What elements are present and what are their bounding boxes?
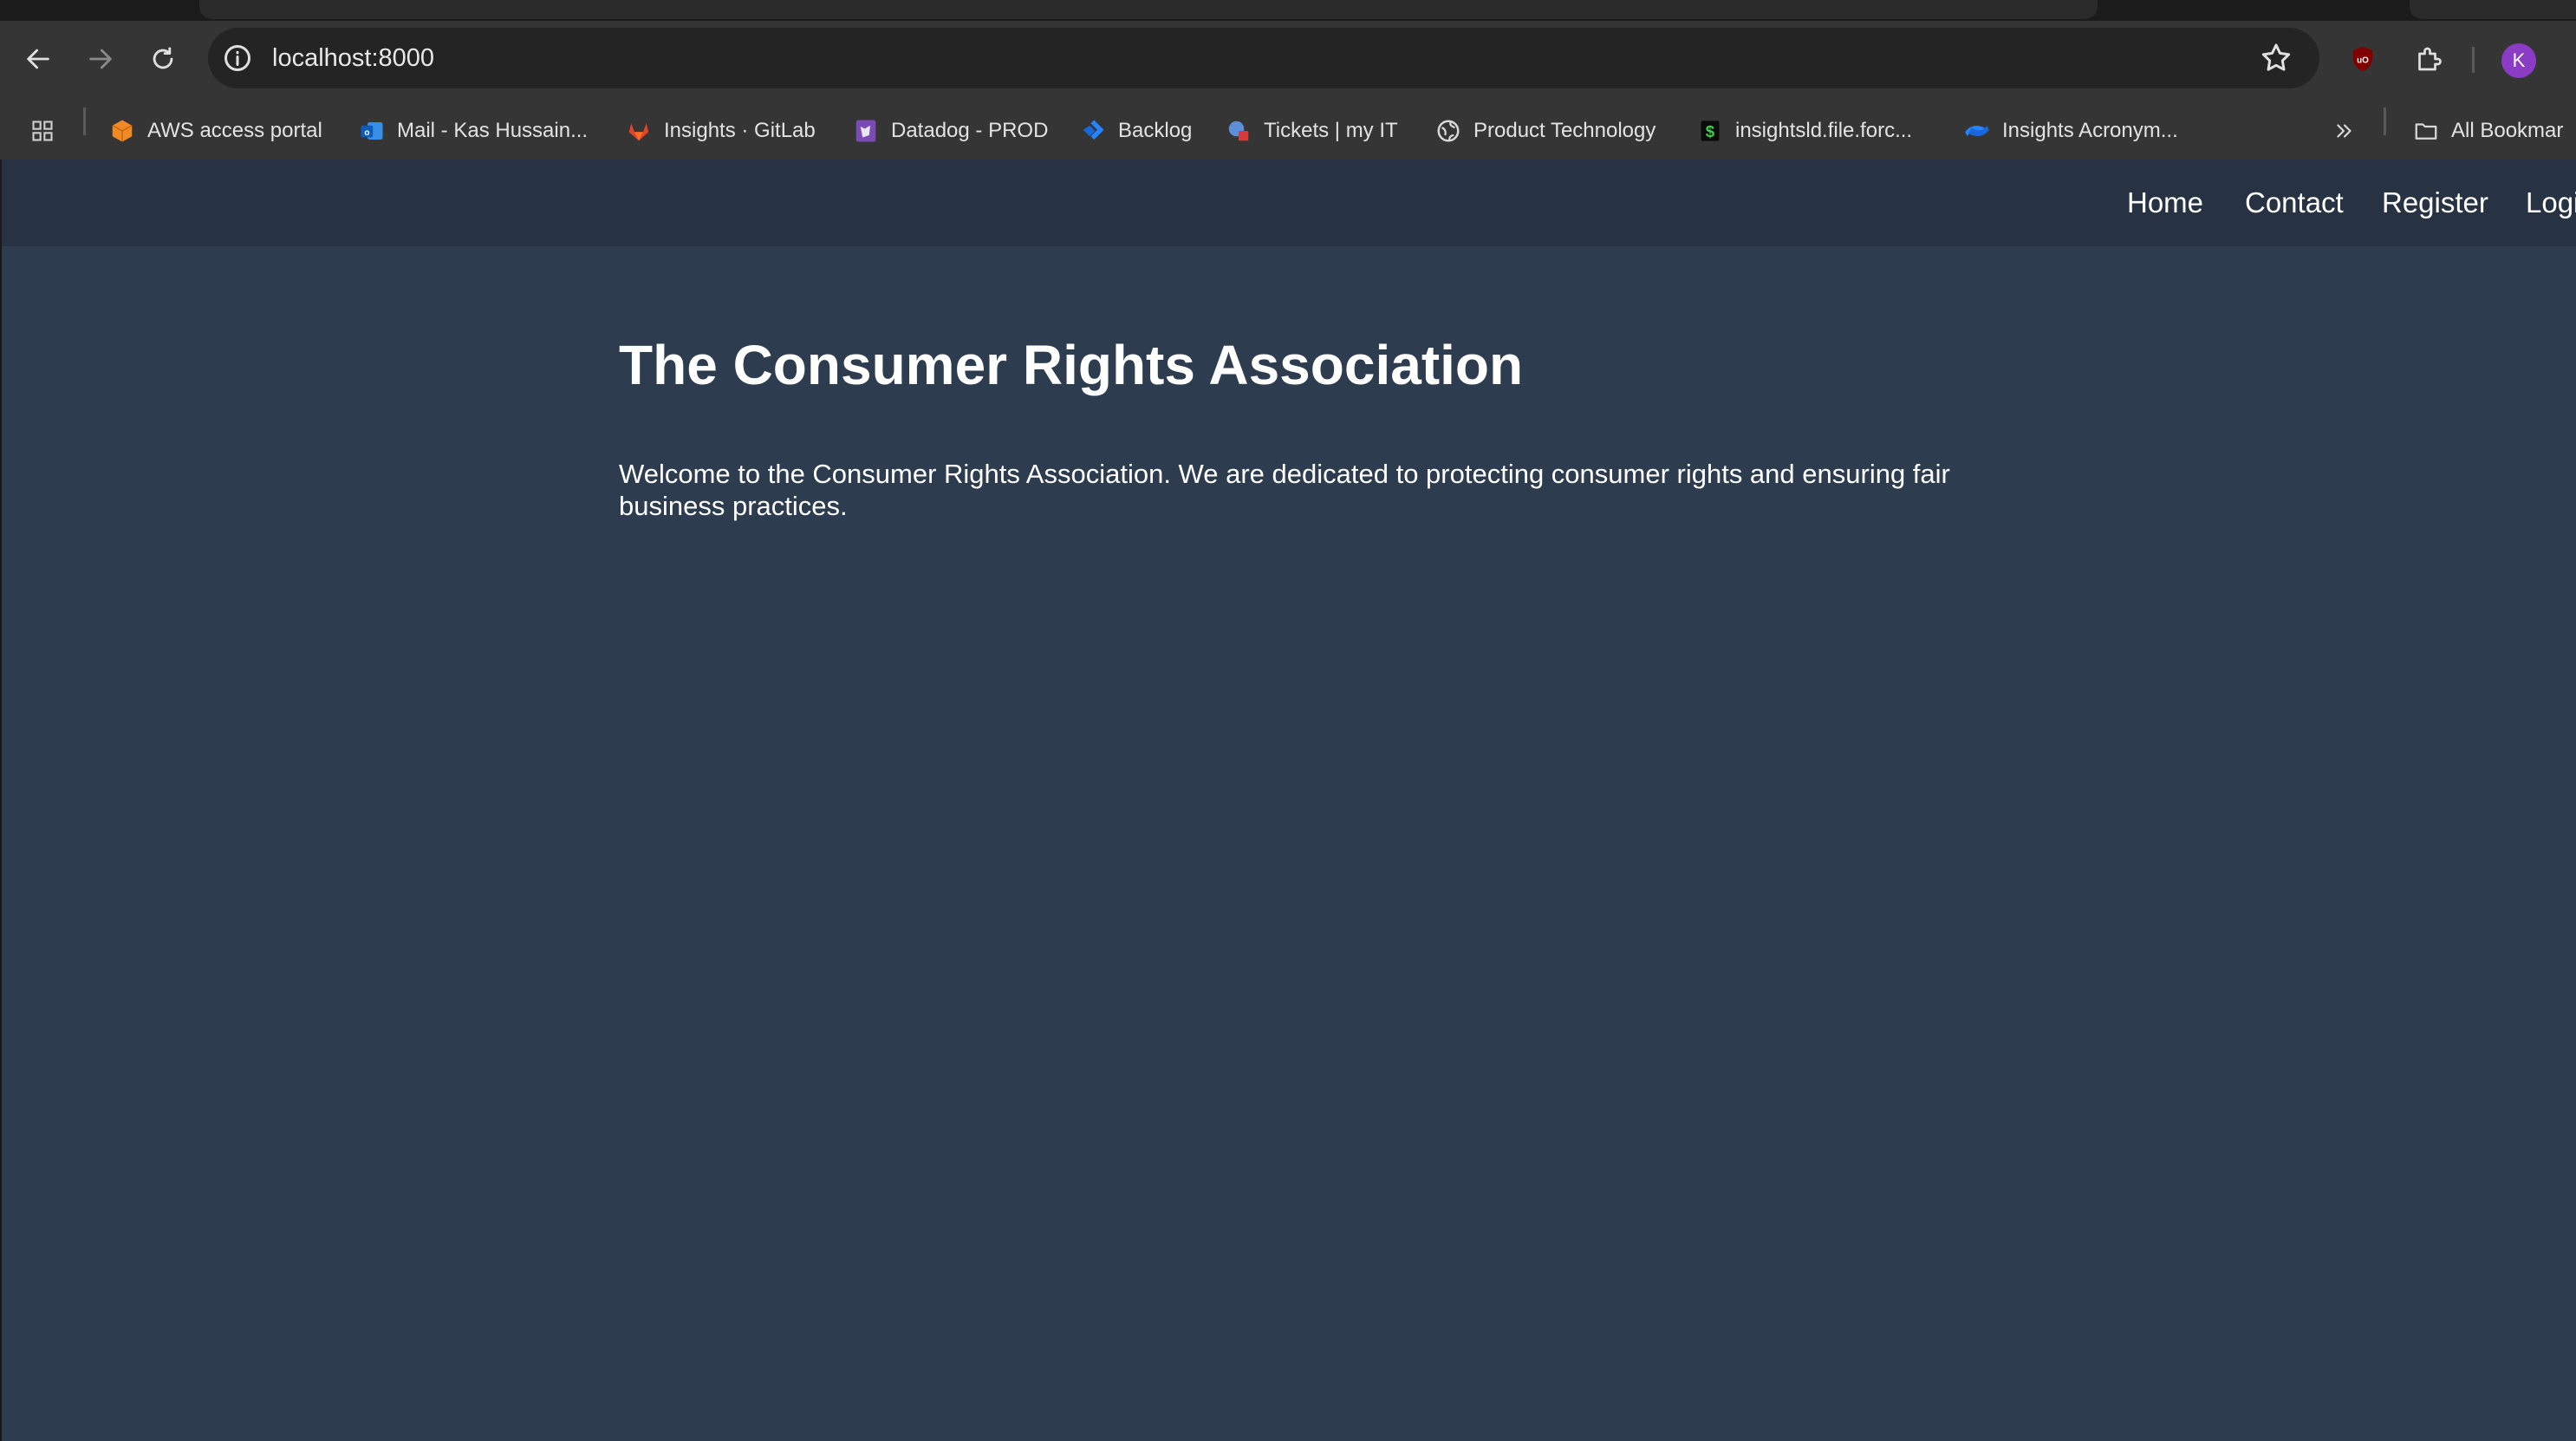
tab-strip-background — [199, 0, 2098, 19]
web-page: Home Contact Register Logi The Consumer … — [0, 160, 2576, 1441]
ublock-extension-icon[interactable]: uO — [2342, 38, 2384, 80]
chevron-double-right-icon — [2332, 118, 2358, 144]
bookmark-label: Product Technology — [1473, 119, 1656, 142]
reload-button[interactable] — [142, 38, 184, 80]
bookmarks-bar: AWS access portal o Mail - Kas Hussain..… — [0, 102, 2576, 160]
all-bookmarks-button[interactable]: All Bookmar — [2413, 102, 2563, 160]
confluence-icon — [1964, 118, 1990, 144]
forward-button[interactable] — [80, 38, 121, 80]
intro-paragraph: Welcome to the Consumer Rights Associati… — [619, 459, 1950, 521]
bookmarks-divider — [2384, 108, 2386, 135]
svg-text:$: $ — [1706, 122, 1715, 140]
extensions-puzzle-icon[interactable] — [2408, 38, 2449, 80]
tab-strip-right — [2410, 0, 2576, 19]
address-bar[interactable]: localhost:8000 — [208, 28, 2319, 88]
bookmark-insightsld[interactable]: $ insightsld.file.forc... — [1697, 102, 1912, 160]
arrow-left-icon — [27, 49, 49, 69]
tab-strip — [0, 0, 2576, 21]
profile-avatar[interactable]: K — [2501, 43, 2536, 78]
salesforce-s-icon: $ — [1697, 118, 1723, 144]
svg-text:o: o — [364, 128, 369, 138]
tickets-icon — [1226, 118, 1252, 144]
bookmark-product-technology[interactable]: Product Technology — [1435, 102, 1656, 160]
site-navbar: Home Contact Register Logi — [2, 160, 2576, 246]
apps-grid-button[interactable] — [29, 102, 68, 160]
bookmark-label: Datadog - PROD — [891, 119, 1049, 142]
nav-login-link[interactable]: Logi — [2526, 160, 2576, 246]
toolbar-divider — [2472, 47, 2475, 73]
nav-contact-link[interactable]: Contact — [2245, 160, 2344, 246]
page-title: The Consumer Rights Association — [619, 334, 1524, 396]
nav-home-link[interactable]: Home — [2127, 160, 2203, 246]
datadog-icon — [853, 118, 879, 144]
bookmark-datadog[interactable]: Datadog - PROD — [853, 102, 1048, 160]
bookmark-star-icon[interactable] — [2259, 41, 2293, 75]
bookmark-aws[interactable]: AWS access portal — [109, 102, 322, 160]
apps-grid-icon — [29, 118, 55, 144]
nav-register-link[interactable]: Register — [2382, 160, 2488, 246]
site-info-icon[interactable] — [222, 42, 253, 74]
bookmark-label: AWS access portal — [147, 119, 322, 142]
bookmark-insights-acronym[interactable]: Insights Acronym... — [1964, 102, 2178, 160]
aws-cube-icon — [109, 118, 135, 144]
outlook-mail-icon: o — [359, 118, 385, 144]
bookmark-label: Tickets | my IT — [1264, 119, 1398, 142]
all-bookmarks-label: All Bookmar — [2451, 119, 2564, 142]
back-button[interactable] — [17, 38, 59, 80]
bookmark-label: Insights Acronym... — [2002, 119, 2178, 142]
gitlab-icon — [626, 118, 652, 144]
bookmark-backlog[interactable]: Backlog — [1080, 102, 1192, 160]
bookmarks-overflow-button[interactable] — [2332, 102, 2370, 160]
folder-icon — [2413, 118, 2439, 144]
bookmark-gitlab[interactable]: Insights · GitLab — [626, 102, 816, 160]
jira-icon — [1080, 118, 1106, 144]
globe-icon — [1435, 118, 1461, 144]
svg-text:uO: uO — [2357, 55, 2369, 65]
url-text[interactable]: localhost:8000 — [272, 28, 434, 88]
bookmark-label: Mail - Kas Hussain... — [397, 119, 589, 142]
bookmark-label: Insights · GitLab — [664, 119, 816, 142]
bookmarks-divider — [83, 108, 86, 135]
arrow-right-icon — [89, 49, 112, 69]
bookmark-label: Backlog — [1118, 119, 1193, 142]
bookmark-tickets[interactable]: Tickets | my IT — [1226, 102, 1398, 160]
bookmark-mail[interactable]: o Mail - Kas Hussain... — [359, 102, 588, 160]
bookmark-label: insightsld.file.forc... — [1735, 119, 1913, 142]
reload-icon — [153, 47, 173, 69]
